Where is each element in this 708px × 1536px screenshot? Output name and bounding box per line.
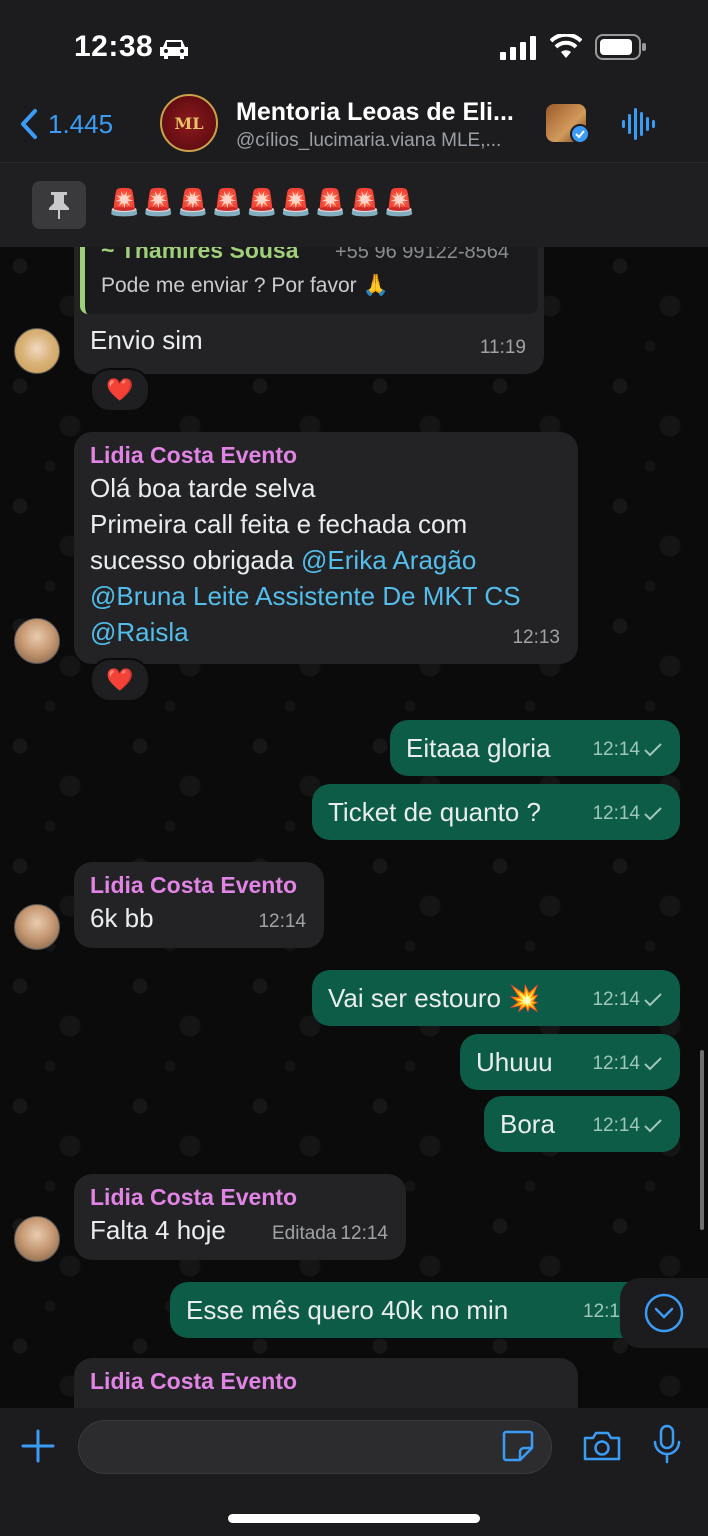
heart-icon: ❤️ [106, 377, 134, 402]
heart-icon: ❤️ [106, 667, 134, 692]
message-text-line: Olá boa tarde selva [90, 473, 316, 503]
scrollbar[interactable] [700, 1050, 704, 1230]
sent-check-icon [644, 1057, 662, 1071]
message-bubble-incoming[interactable]: Lidia Costa Evento [74, 1358, 578, 1408]
unread-count: 1.445 [48, 108, 114, 139]
message-text-line: Primeira call feita e fechada com [90, 509, 468, 539]
avatar[interactable] [14, 618, 60, 664]
wifi-icon [550, 34, 582, 58]
quoted-phone: +55 96 99122-8564 [335, 246, 510, 263]
message-bubble-outgoing[interactable]: Eitaaa gloria 12:14 [390, 720, 680, 776]
message-bubble-incoming[interactable]: Lidia Costa Evento Olá boa tarde selva P… [74, 432, 578, 664]
reaction-badge[interactable]: ❤️ [90, 368, 150, 412]
chat-header: 1.445 ML Mentoria Leoas de Eli... @cílio… [0, 90, 708, 162]
message-time: 12:1 [583, 1301, 620, 1322]
sent-check-icon [644, 807, 662, 821]
car-icon [160, 40, 188, 59]
sent-check-icon [644, 993, 662, 1007]
sender-name: Lidia Costa Evento [90, 1368, 298, 1394]
message-time: 12:14 [592, 796, 662, 832]
reaction-badge[interactable]: ❤️ [90, 658, 150, 702]
message-bubble-outgoing[interactable]: Uhuuu 12:14 [460, 1034, 680, 1090]
message-text: Bora [500, 1109, 555, 1139]
message-text: Esse mês quero 40k no min [186, 1295, 509, 1325]
message-input[interactable] [78, 1420, 552, 1474]
message-bubble-outgoing[interactable]: Vai ser estouro 💥 12:14 [312, 970, 680, 1026]
cellular-signal-icon [500, 36, 536, 60]
camera-icon[interactable] [582, 1430, 622, 1462]
top-chrome: 12:38 1.445 ML Mentoria Leoas de Eli... … [0, 0, 708, 247]
quoted-message[interactable]: ~ Thamires Sousa +55 96 99122-8564 Pode … [80, 246, 538, 314]
message-bubble-outgoing[interactable]: Bora 12:14 [484, 1096, 680, 1152]
back-button[interactable]: 1.445 [20, 108, 113, 140]
chevron-left-icon [21, 109, 37, 139]
pin-icon [49, 192, 69, 219]
message-time: 12:14 [592, 1046, 662, 1082]
message-bubble-outgoing[interactable]: Esse mês quero 40k no min 12:1 [170, 1282, 680, 1338]
mention-link[interactable]: @Bruna Leite Assistente De MKT CS [90, 581, 521, 611]
status-time: 12:38 [74, 30, 154, 63]
group-avatar-logo: ML [174, 113, 204, 133]
message-text: Vai ser estouro 💥 [328, 983, 541, 1013]
avatar[interactable] [14, 328, 60, 374]
message-text-line: @Bruna Leite Assistente De MKT CS [90, 578, 562, 614]
sender-name: Lidia Costa Evento [90, 442, 298, 468]
quoted-author: ~ Thamires Sousa [101, 246, 299, 263]
edited-label: Editada [272, 1223, 337, 1244]
message-bubble-incoming[interactable]: Lidia Costa Evento 6k bb 12:14 [74, 862, 324, 948]
message-text: Uhuuu [476, 1047, 553, 1077]
message-text-line: @Raisla [90, 614, 562, 650]
microphone-icon[interactable] [652, 1424, 682, 1466]
home-indicator[interactable] [228, 1514, 480, 1523]
composer-bar [0, 1408, 708, 1536]
sender-name: Lidia Costa Evento [90, 872, 298, 898]
scroll-to-bottom-button[interactable] [620, 1278, 708, 1348]
battery-icon [595, 34, 646, 60]
message-bubble-outgoing[interactable]: Ticket de quanto ? 12:14 [312, 784, 680, 840]
message-text-line: sucesso obrigada @Erika Aragão [90, 545, 477, 575]
group-subtitle: @cílios_lucimaria.viana MLE,... [236, 130, 502, 151]
chat-area[interactable]: ~ Thamires Sousa +55 96 99122-8564 Pode … [0, 246, 708, 1408]
message-bubble-incoming[interactable]: ~ Thamires Sousa +55 96 99122-8564 Pode … [74, 246, 544, 374]
message-time: 12:14 [592, 1108, 662, 1144]
message-time: 12:14 [592, 982, 662, 1018]
mention-link[interactable]: @Erika Aragão [301, 545, 476, 575]
message-time: 12:14 [592, 732, 662, 768]
message-text: Eitaaa gloria [406, 733, 551, 763]
message-text: Envio sim [90, 325, 203, 355]
pin-button[interactable] [32, 181, 86, 229]
sender-name: Lidia Costa Evento [90, 1184, 298, 1210]
voice-chat-icon[interactable] [622, 108, 656, 140]
pinned-message-bar[interactable]: 🚨🚨🚨🚨🚨🚨🚨🚨🚨 [0, 162, 708, 247]
avatar[interactable] [14, 1216, 60, 1262]
quoted-text: Pode me enviar ? Por favor 🙏 [101, 274, 389, 297]
message-time: 12:14 [258, 911, 306, 932]
message-time: 11:19 [479, 337, 526, 358]
chevron-down-circle-icon [644, 1293, 684, 1333]
message-time: Editada 12:14 [272, 1216, 388, 1252]
avatar[interactable] [14, 904, 60, 950]
verified-badge-icon [570, 124, 590, 144]
sticker-icon[interactable] [500, 1428, 536, 1464]
sent-check-icon [644, 743, 662, 757]
mention-link[interactable]: @Raisla [90, 617, 189, 647]
group-avatar[interactable]: ML [160, 94, 218, 152]
plus-icon[interactable] [20, 1428, 56, 1464]
message-bubble-incoming[interactable]: Lidia Costa Evento Falta 4 hoje Editada 1… [74, 1174, 406, 1260]
message-text: Ticket de quanto ? [328, 797, 541, 827]
sent-check-icon [644, 1119, 662, 1133]
group-title[interactable]: Mentoria Leoas de Eli... [236, 98, 536, 127]
pinned-message-text: 🚨🚨🚨🚨🚨🚨🚨🚨🚨 [108, 187, 418, 217]
status-bar: 12:38 [0, 0, 708, 90]
message-time: 12:13 [512, 627, 560, 648]
